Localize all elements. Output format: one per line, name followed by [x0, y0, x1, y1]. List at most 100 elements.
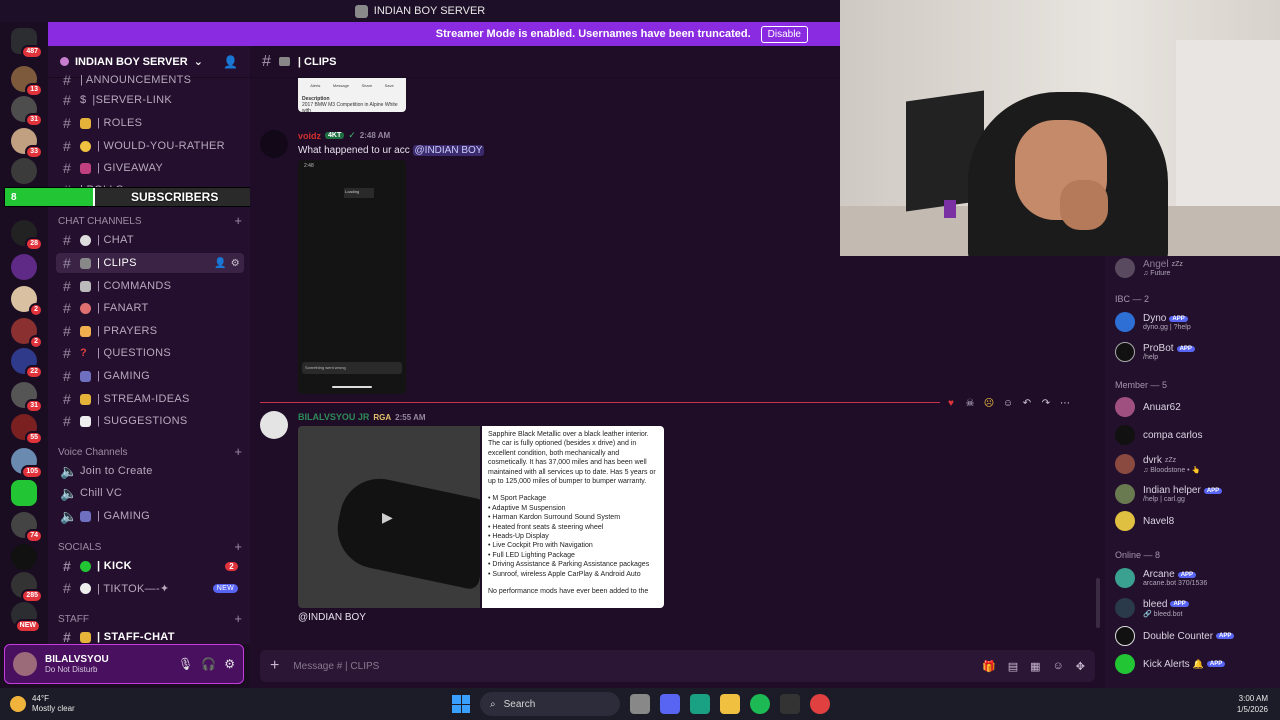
server-icon-10[interactable]: 31	[11, 382, 43, 413]
add-channel-icon[interactable]: +	[234, 540, 242, 553]
weather-widget[interactable]: 44°F Mostly clear	[10, 694, 75, 714]
message-username[interactable]: voidz	[298, 131, 321, 141]
channel-questions[interactable]: #? | QUESTIONS	[56, 343, 244, 363]
discord-app-icon[interactable]	[660, 694, 680, 714]
voice-chill-vc[interactable]: 🔈 Chill VC	[56, 483, 244, 503]
headphones-icon[interactable]: 🎧	[201, 657, 216, 671]
server-icon-12[interactable]: 105	[11, 448, 43, 479]
gear-icon[interactable]: ⚙	[231, 258, 240, 269]
gift-icon[interactable]: 🎁	[982, 660, 996, 673]
channel-stream-ideas[interactable]: # | STREAM-IDEAS	[56, 389, 244, 409]
call-of-duty-icon[interactable]	[780, 694, 800, 714]
file-explorer-icon[interactable]	[720, 694, 740, 714]
app-icon[interactable]	[690, 694, 710, 714]
avatar[interactable]	[13, 652, 37, 676]
chrome-icon[interactable]	[810, 694, 830, 714]
add-server-icon[interactable]: NEW	[11, 602, 41, 633]
server-icon-13[interactable]: 74	[11, 512, 43, 543]
channel-commands[interactable]: # | COMMANDS	[56, 276, 244, 296]
chat-channels-category[interactable]: CHAT CHANNELS +	[58, 214, 242, 227]
member-item[interactable]: Indian helper APP/help | carl.gg	[1115, 482, 1280, 506]
channel-announcements[interactable]: # | ANNOUNCEMENTS	[56, 70, 244, 90]
add-channel-icon[interactable]: +	[234, 612, 242, 625]
server-icon-8[interactable]: 2	[11, 318, 43, 349]
invite-people-icon[interactable]: 👤	[223, 55, 238, 69]
server-icon-14[interactable]	[11, 544, 37, 570]
taskbar-search[interactable]: ⌕ Search	[480, 692, 620, 716]
voice-join-to-create[interactable]: 🔈 Join to Create	[56, 461, 244, 481]
more-options-icon[interactable]: ⋯	[1058, 396, 1072, 410]
member-item[interactable]: compa carlos	[1115, 423, 1280, 447]
voice-gaming[interactable]: 🔈 | GAMING	[56, 506, 244, 526]
server-icon-4[interactable]	[11, 158, 37, 184]
channel-staff-chat[interactable]: # | STAFF-CHAT	[56, 627, 244, 644]
sticker-icon[interactable]: ▦	[1030, 660, 1040, 673]
channel-clips[interactable]: # | CLIPS 👤 ⚙	[56, 253, 244, 273]
socials-category[interactable]: SOCIALS +	[58, 540, 242, 553]
channel-chat[interactable]: # | CHAT	[56, 230, 244, 250]
message-input[interactable]: + Message # | CLIPS 🎁 ▤ ▦ ☺ ✥	[260, 650, 1095, 682]
windows-start-icon[interactable]	[452, 695, 470, 713]
channel-fanart[interactable]: # | FANART	[56, 298, 244, 318]
crying-reaction-icon[interactable]: ☹	[982, 396, 996, 410]
task-view-icon[interactable]	[630, 694, 650, 714]
skull-reaction-icon[interactable]: ☠	[963, 396, 977, 410]
server-icon-7[interactable]: 2	[11, 286, 43, 317]
emoji-icon[interactable]: ☺	[1053, 660, 1064, 673]
member-item[interactable]: dvrk zZz ♫ Bloodstone • 👆	[1115, 452, 1280, 476]
gif-icon[interactable]: ▤	[1008, 660, 1018, 673]
image-attachment[interactable]: 2:48 Loading Something went wrong	[298, 160, 406, 394]
member-item[interactable]: Dyno APP dyno.gg | ?help	[1115, 310, 1280, 334]
member-item[interactable]: Double Counter APP	[1115, 624, 1280, 648]
discord-home-icon[interactable]: 487	[11, 28, 43, 59]
gear-icon[interactable]: ⚙	[224, 657, 235, 671]
server-icon-11[interactable]: 55	[11, 414, 43, 445]
play-icon[interactable]: ▶	[382, 509, 393, 526]
kick-server-icon[interactable]	[11, 480, 37, 506]
server-icon-2[interactable]: 31	[11, 96, 43, 127]
channel-would-you-rather[interactable]: # | WOULD-YOU-RATHER	[56, 136, 244, 156]
disable-streamer-mode-button[interactable]: Disable	[760, 25, 808, 43]
channel-tiktok[interactable]: # | TIKTOK—-✦ NEW	[56, 578, 244, 598]
voice-channels-category[interactable]: Voice Channels +	[58, 445, 242, 458]
heart-reaction-icon[interactable]: ♥	[944, 396, 958, 410]
member-item[interactable]: Kick Alerts 🔔 APP	[1115, 652, 1280, 676]
member-item[interactable]: ProBot APP/help	[1115, 340, 1280, 364]
avatar[interactable]	[260, 411, 288, 439]
forward-icon[interactable]: ↷	[1039, 396, 1053, 410]
server-icon-3[interactable]: 33	[11, 128, 43, 159]
channel-kick[interactable]: # | KICK 2	[56, 556, 244, 576]
member-item[interactable]: Navel8	[1115, 509, 1280, 533]
channel-server-link[interactable]: # $ |SERVER-LINK	[56, 90, 244, 110]
channel-gaming[interactable]: # | GAMING	[56, 366, 244, 386]
channel-giveaway[interactable]: # | GIVEAWAY	[56, 158, 244, 178]
server-icon-6[interactable]	[11, 254, 37, 280]
avatar[interactable]	[260, 130, 288, 158]
add-channel-icon[interactable]: +	[234, 445, 242, 458]
user-mention[interactable]: @INDIAN BOY	[298, 612, 366, 623]
server-icon-1[interactable]: 13	[11, 66, 43, 97]
invite-icon[interactable]: 👤	[214, 258, 227, 269]
taskbar-clock[interactable]: 3:00 AM 1/5/2026	[1237, 693, 1268, 715]
channel-prayers[interactable]: # | PRAYERS	[56, 321, 244, 341]
video-attachment[interactable]: ▶	[298, 426, 480, 608]
user-mention[interactable]: @INDIAN BOY	[412, 145, 485, 156]
add-reaction-icon[interactable]: ☺	[1001, 396, 1015, 410]
member-item[interactable]: Angel zZz ♫ Future	[1115, 256, 1280, 280]
chat-scrollbar[interactable]	[1096, 578, 1100, 628]
channel-roles[interactable]: # | ROLES	[56, 113, 244, 133]
spotify-icon[interactable]	[750, 694, 770, 714]
member-item[interactable]: Arcane APP arcane.bot 370/1536	[1115, 566, 1280, 590]
server-icon-9[interactable]: 22	[11, 348, 43, 379]
apps-icon[interactable]: ✥	[1076, 660, 1085, 673]
member-item[interactable]: Anuar62	[1115, 395, 1280, 419]
reply-icon[interactable]: ↶	[1020, 396, 1034, 410]
attach-plus-icon[interactable]: +	[270, 657, 279, 675]
embed-thumbnail[interactable]: Alerts Message Share Save Description 201…	[298, 78, 406, 114]
add-channel-icon[interactable]: +	[234, 214, 242, 227]
server-icon-5[interactable]: 28	[11, 220, 43, 251]
member-item[interactable]: bleed APP 🔗 bleed.bot	[1115, 596, 1280, 620]
server-icon-15[interactable]: 285	[11, 572, 43, 603]
text-image-attachment[interactable]: Sapphire Black Metallic over a black lea…	[482, 426, 664, 608]
microphone-icon[interactable]: 🎙	[178, 657, 193, 671]
